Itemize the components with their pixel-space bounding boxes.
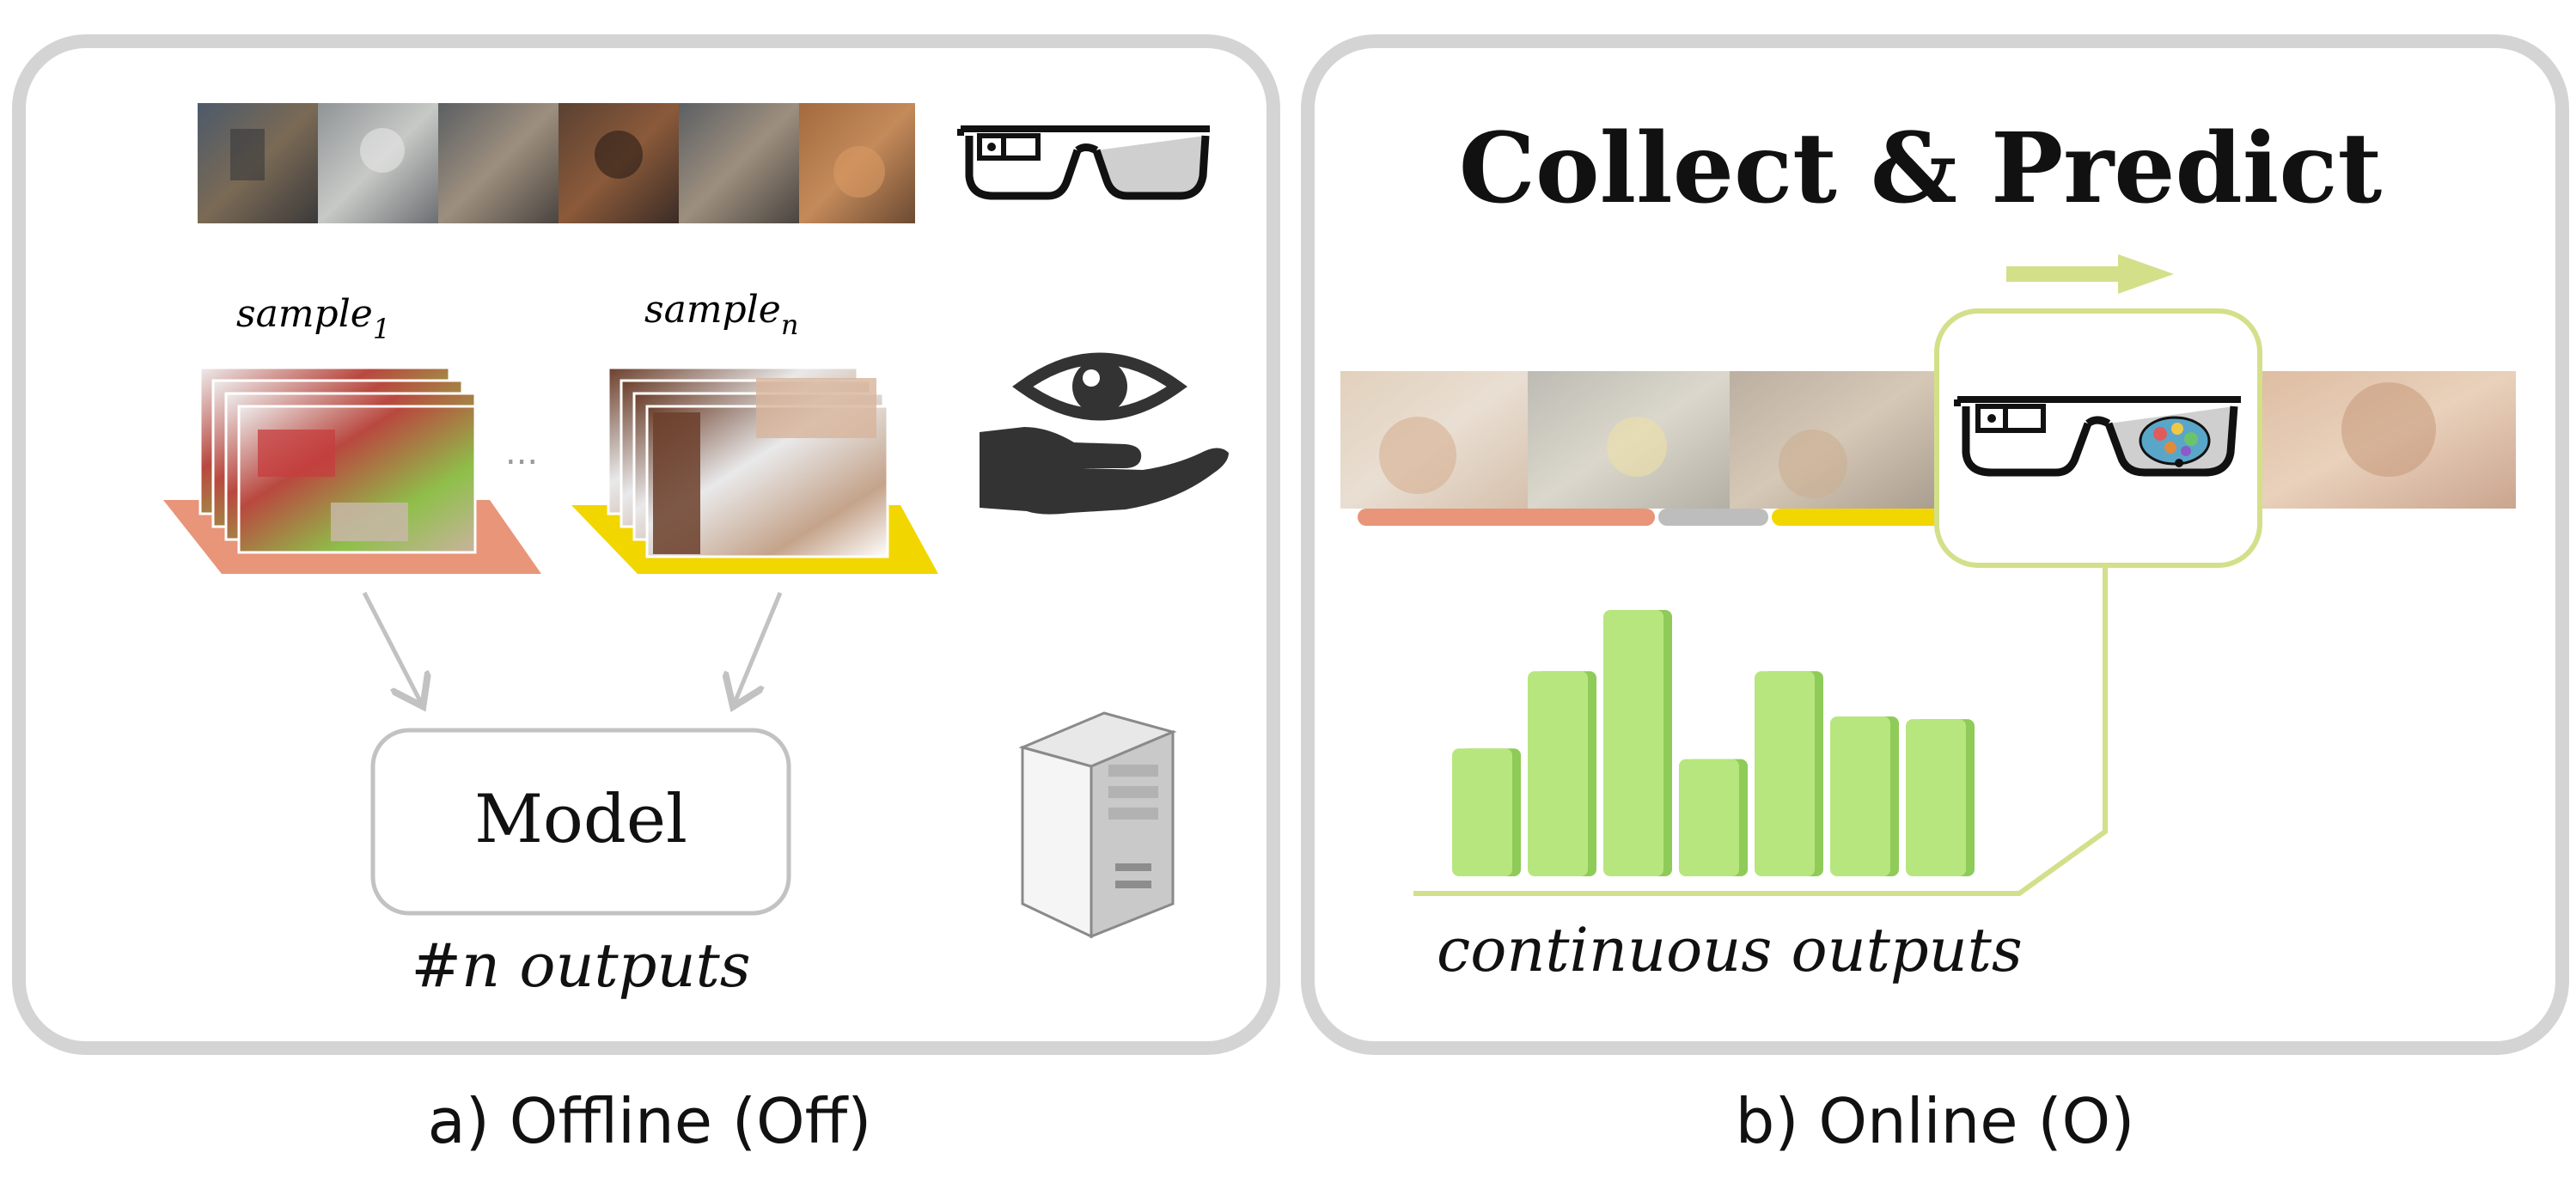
segment-yellow	[1772, 509, 1944, 526]
video-frame	[438, 103, 559, 223]
progress-arrow-icon	[2006, 254, 2174, 294]
sample-first-label: sample1	[236, 292, 390, 345]
sample-last-stack	[571, 366, 938, 574]
output-bar	[1452, 748, 1512, 876]
segment-salmon	[1358, 509, 1655, 526]
online-title: Collect & Predict	[1459, 113, 2383, 225]
output-bar	[1830, 716, 1890, 876]
output-bar	[1755, 671, 1815, 876]
video-frame	[679, 103, 799, 223]
server-tower-icon	[1018, 711, 1177, 939]
offline-frame-strip	[198, 103, 915, 223]
output-bar	[1906, 719, 1966, 876]
online-frame-strip	[1340, 371, 2516, 509]
eye-hand-icon	[980, 352, 1229, 515]
offline-caption: a) Offline (Off)	[428, 1085, 872, 1157]
arrow-sample-last-to-model	[735, 592, 783, 703]
segment-gray	[1658, 509, 1768, 526]
arrow-sample-first-to-model	[362, 591, 421, 703]
sample-last-label: samplen	[644, 288, 798, 341]
output-bar	[1679, 759, 1739, 876]
model-label: Model	[474, 781, 687, 858]
online-outputs-label: continuous outputs	[1437, 915, 2023, 985]
output-bar	[1528, 671, 1588, 876]
online-caption: b) Online (O)	[1736, 1085, 2135, 1157]
ellipsis: ...	[505, 433, 538, 473]
offline-outputs-label: #n outputs	[411, 930, 750, 1001]
smart-glasses-icon	[957, 125, 1210, 200]
sample-first-stack	[163, 366, 541, 574]
figure-root: sample1 samplen ... Model #n outputs a) …	[0, 0, 2576, 1191]
figure-canvas: sample1 samplen ... Model #n outputs a) …	[12, 34, 2569, 1157]
output-bar	[1603, 610, 1663, 876]
online-output-bars	[1452, 610, 1975, 876]
